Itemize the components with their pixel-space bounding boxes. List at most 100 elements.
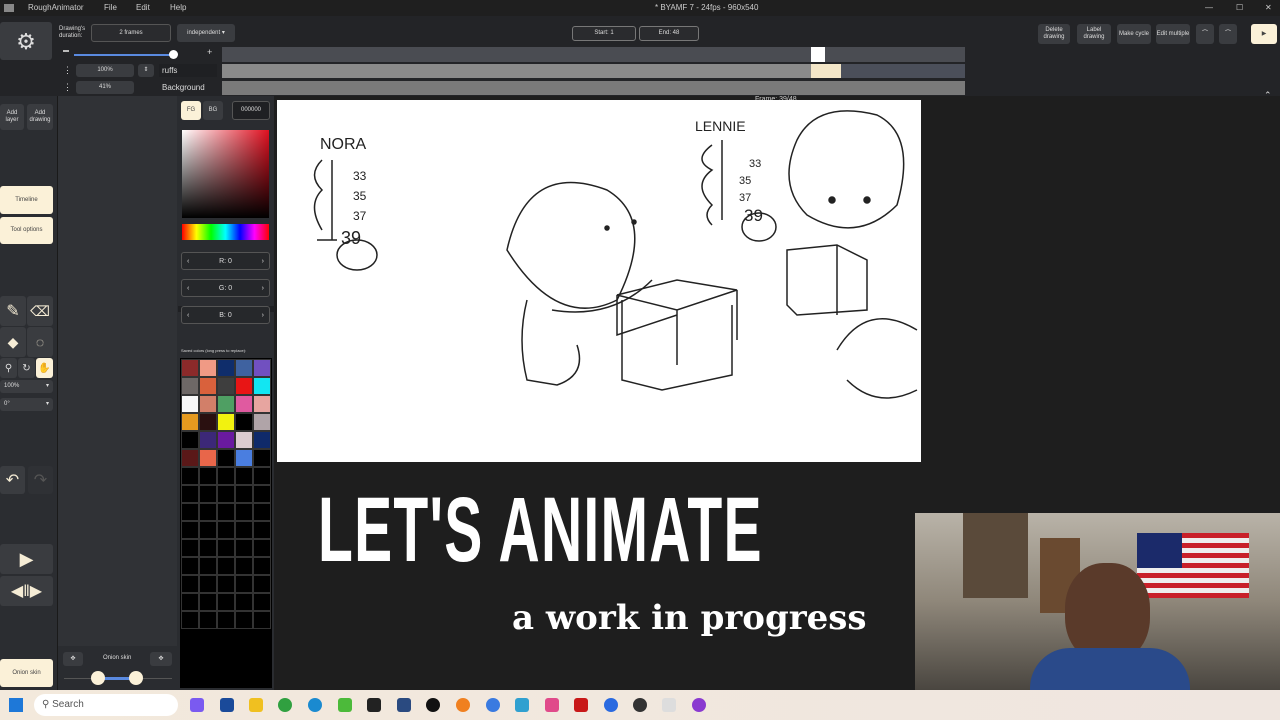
s-app-icon[interactable] [338,698,352,712]
edit-multiple-button[interactable]: Edit multiple [1156,24,1190,44]
color-swatch[interactable] [235,431,253,449]
color-swatch[interactable] [181,539,199,557]
timeline-zoom-slider[interactable] [74,54,174,56]
fg-color-button[interactable]: FG [181,101,201,120]
color-swatch[interactable] [235,395,253,413]
solitaire-icon[interactable] [397,698,411,712]
undo-icon[interactable]: ↶ [0,466,25,494]
color-swatch[interactable] [253,539,271,557]
bg-color-button[interactable]: BG [203,101,223,120]
color-swatch[interactable] [235,449,253,467]
color-swatch[interactable] [235,485,253,503]
color-swatch[interactable] [253,413,271,431]
color-swatch[interactable] [235,467,253,485]
color-swatch[interactable] [181,431,199,449]
color-swatch[interactable] [181,593,199,611]
start-frame-stepper[interactable]: Start: 1 [572,26,636,41]
color-swatch[interactable] [235,521,253,539]
color-swatch[interactable] [253,521,271,539]
end-frame-stepper[interactable]: End: 48 [639,26,699,41]
fill-bucket-icon[interactable]: ◆ [0,327,26,357]
color-swatch[interactable] [253,431,271,449]
lasso-icon[interactable]: ◌ [27,327,53,357]
frame-step-icon[interactable]: ◀‖▶ [0,576,53,606]
color-swatch[interactable] [253,449,271,467]
obs-icon[interactable] [426,698,440,712]
maximize-button[interactable]: ☐ [1236,3,1243,12]
color-swatch[interactable] [253,557,271,575]
roughanimator-icon[interactable] [662,698,676,712]
selected-drawing-cell[interactable] [811,64,841,78]
rotate-tool-icon[interactable]: ↻ [18,358,35,378]
color-swatch[interactable] [253,611,271,629]
start-windows-icon[interactable] [9,698,23,712]
zoom-in-icon[interactable]: + [207,47,212,57]
play-icon[interactable]: ▶ [0,544,53,574]
red-stepper[interactable]: ‹ R: 0 › [181,252,270,270]
settings-gear-icon[interactable]: ⚙ [0,22,52,60]
copilot-icon[interactable] [190,698,204,712]
sticky-app-icon[interactable] [367,698,381,712]
add-drawing-button[interactable]: Add drawing [27,104,53,130]
blue-stepper[interactable]: ‹ B: 0 › [181,306,270,324]
color-swatch[interactable] [199,611,217,629]
color-swatch[interactable] [235,359,253,377]
network-app-icon[interactable] [486,698,500,712]
zoom-tool-icon[interactable]: ⚲ [0,358,17,378]
label-drawing-button[interactable]: Label drawing [1077,24,1111,44]
color-swatch[interactable] [199,377,217,395]
redo-icon[interactable]: ↷ [28,466,53,494]
color-swatch[interactable] [199,359,217,377]
add-layer-button[interactable]: Add layer [0,104,24,130]
layer-name-ruffs[interactable]: ruffs [159,64,217,77]
color-swatch[interactable] [199,395,217,413]
file-explorer-icon[interactable] [249,698,263,712]
color-swatch[interactable] [217,359,235,377]
layer-menu-icon[interactable]: ⋮ [63,65,72,76]
delete-drawing-button[interactable]: Delete drawing [1038,24,1070,44]
color-swatch[interactable] [199,557,217,575]
color-swatch[interactable] [217,467,235,485]
move-icon[interactable]: ✥ [63,652,83,666]
color-swatch[interactable] [199,521,217,539]
color-swatch[interactable] [253,593,271,611]
color-swatch[interactable] [235,557,253,575]
layer-track-ruffs[interactable] [222,64,811,78]
color-swatch[interactable] [181,521,199,539]
hex-input[interactable]: 000000 [232,101,270,120]
eraser-icon[interactable]: ⌫ [27,296,53,326]
color-swatch[interactable] [235,593,253,611]
color-swatch[interactable] [217,503,235,521]
onion-after-handle[interactable] [129,671,143,685]
menu-help[interactable]: Help [170,3,186,12]
rotation-dropdown[interactable]: 0° ▾ [0,398,53,411]
color-swatch[interactable] [181,575,199,593]
hue-slider[interactable] [182,224,269,240]
color-swatch[interactable] [199,593,217,611]
color-swatch[interactable] [199,449,217,467]
green-stepper[interactable]: ‹ G: 0 › [181,279,270,297]
minimize-button[interactable]: — [1205,3,1213,12]
color-swatch[interactable] [199,575,217,593]
menu-file[interactable]: File [104,3,117,12]
paint-app-icon[interactable] [545,698,559,712]
color-swatch[interactable] [181,611,199,629]
color-swatch[interactable] [181,359,199,377]
layer-opacity-stepper[interactable]: 41% [76,81,134,94]
color-swatch[interactable] [181,413,199,431]
timeline-button[interactable]: Timeline [0,186,53,214]
color-swatch[interactable] [199,413,217,431]
move-icon[interactable]: ✥ [150,652,172,666]
headphones-alt-icon[interactable]: ⌒ [1219,24,1237,44]
store-icon[interactable] [220,698,234,712]
collapse-icon[interactable]: ⌃ [1264,90,1272,101]
color-swatch[interactable] [253,575,271,593]
layer-menu-icon[interactable]: ⋮ [63,82,72,93]
color-swatch[interactable] [199,539,217,557]
color-swatch[interactable] [181,557,199,575]
color-swatch[interactable] [253,359,271,377]
color-swatch[interactable] [199,503,217,521]
make-cycle-button[interactable]: Make cycle [1117,24,1151,44]
color-swatch[interactable] [217,521,235,539]
color-swatch[interactable] [235,575,253,593]
